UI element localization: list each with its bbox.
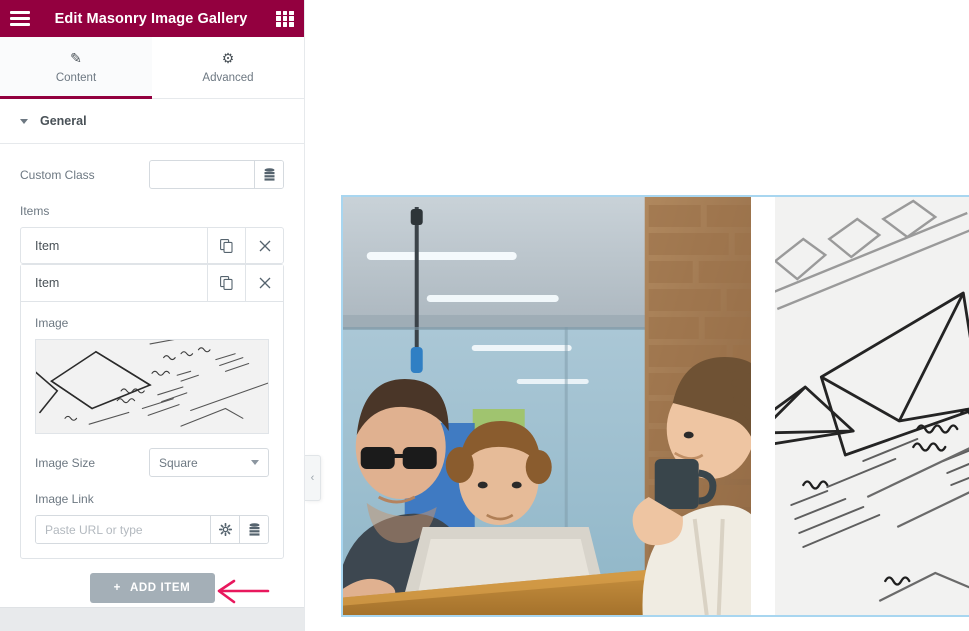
add-item-row: + ADD ITEM: [20, 573, 284, 603]
gallery-image-2[interactable]: [775, 197, 969, 615]
item-title[interactable]: Item: [21, 265, 207, 301]
tab-advanced[interactable]: ⚙ Advanced: [152, 37, 304, 98]
duplicate-icon[interactable]: [207, 265, 245, 301]
duplicate-icon[interactable]: [207, 228, 245, 263]
control-custom-class: Custom Class: [20, 160, 284, 189]
gear-icon: ⚙: [221, 50, 235, 66]
table-row[interactable]: Item: [20, 227, 284, 264]
gear-icon[interactable]: [210, 516, 239, 543]
section-general-title: General: [40, 114, 87, 128]
items-label: Items: [20, 204, 50, 218]
add-item-button[interactable]: + ADD ITEM: [89, 573, 215, 603]
database-icon[interactable]: [239, 516, 268, 543]
masonry-gallery[interactable]: [341, 195, 969, 617]
image-size-select[interactable]: Square: [149, 448, 269, 477]
image-link-label: Image Link: [35, 492, 94, 506]
pencil-icon: ✎: [70, 50, 82, 66]
page-title: Edit Masonry Image Gallery: [54, 10, 248, 27]
custom-class-label: Custom Class: [20, 167, 95, 182]
panel-footer: [0, 607, 304, 631]
image-link-input-group: [35, 515, 269, 544]
custom-class-input[interactable]: [150, 161, 254, 188]
item-editor-open: Item Image Image Size Square Image Link …: [20, 264, 284, 559]
image-size-label: Image Size: [35, 455, 96, 470]
plus-icon: +: [113, 582, 121, 594]
hamburger-icon[interactable]: [10, 11, 30, 26]
image-thumbnail-preview[interactable]: [35, 339, 269, 434]
items-repeater: Item Item Image Image Size Square Image …: [20, 227, 284, 559]
chevron-left-icon: ‹: [310, 471, 315, 484]
database-icon[interactable]: [254, 161, 283, 188]
table-row[interactable]: Item: [21, 265, 283, 302]
tab-content[interactable]: ✎ Content: [0, 37, 152, 99]
gallery-image-1[interactable]: [343, 197, 752, 615]
image-field-label: Image: [35, 316, 69, 330]
panel-body: Custom Class Items Item Item Image Image…: [0, 144, 304, 607]
preview-canvas: [305, 0, 969, 631]
panel-tabs: ✎ Content ⚙ Advanced: [0, 37, 304, 99]
add-item-label: ADD ITEM: [129, 582, 191, 594]
panel-collapse-button[interactable]: ‹: [305, 455, 321, 501]
image-size-value: Square: [159, 455, 198, 470]
custom-class-input-group: [149, 160, 284, 189]
tab-content-label: Content: [55, 72, 97, 84]
image-link-input[interactable]: [36, 516, 210, 543]
item-fields: Image Image Size Square Image Link Paste…: [21, 302, 283, 558]
editor-panel: Edit Masonry Image Gallery ✎ Content ⚙ A…: [0, 0, 305, 631]
close-icon[interactable]: [245, 265, 283, 301]
caret-down-icon: [20, 118, 28, 124]
panel-header: Edit Masonry Image Gallery: [0, 0, 304, 37]
grid-icon[interactable]: [276, 10, 294, 27]
item-title[interactable]: Item: [21, 228, 207, 263]
tab-advanced-label: Advanced: [202, 72, 254, 84]
close-icon[interactable]: [245, 228, 283, 263]
control-image-size: Image Size Square: [35, 448, 269, 477]
section-general-header[interactable]: General: [0, 99, 304, 144]
editor-screen: Edit Masonry Image Gallery ✎ Content ⚙ A…: [0, 0, 969, 631]
chevron-down-icon: [251, 460, 259, 465]
